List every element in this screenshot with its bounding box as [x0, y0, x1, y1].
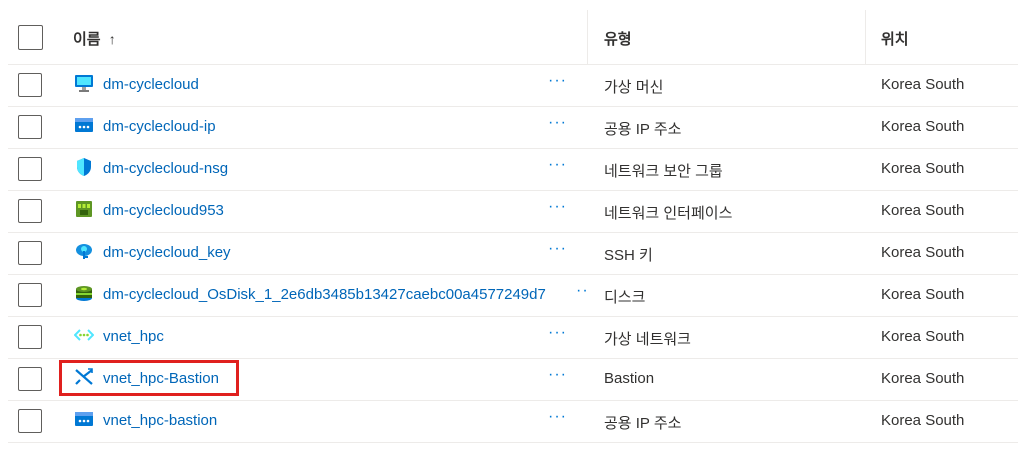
table-row: dm-cyclecloud-nsg ··· 네트워크 보안 그룹 Korea S… [8, 149, 1018, 191]
grid-header: 이름 ↑ 유형 위치 [8, 10, 1018, 65]
resource-location: Korea South [881, 328, 965, 345]
column-header-name-label: 이름 [73, 31, 101, 48]
table-row: dm-cyclecloud_OsDisk_1_2e6db3485b13427ca… [8, 275, 1018, 317]
more-actions-button[interactable]: ··· [548, 156, 567, 174]
more-actions-button[interactable]: ··· [548, 240, 567, 258]
resource-name-link[interactable]: vnet_hpc-Bastion [103, 370, 219, 387]
resource-name-link[interactable]: dm-cyclecloud-nsg [103, 160, 228, 177]
nsg-shield-icon [74, 157, 94, 177]
row-checkbox[interactable] [18, 325, 42, 349]
row-checkbox[interactable] [18, 199, 42, 223]
resource-name-link[interactable]: vnet_hpc [103, 328, 164, 345]
virtual-network-icon [73, 325, 95, 345]
row-checkbox[interactable] [18, 157, 42, 181]
resource-name-link[interactable]: dm-cyclecloud-ip [103, 118, 216, 135]
table-row: dm-cyclecloud953 ··· 네트워크 인터페이스 Korea So… [8, 191, 1018, 233]
network-interface-icon [74, 199, 94, 219]
column-divider[interactable] [865, 10, 866, 64]
resource-type: 가상 네트워크 [604, 331, 691, 348]
row-checkbox[interactable] [18, 241, 42, 265]
resource-name-link[interactable]: dm-cyclecloud_OsDisk_1_2e6db3485b13427ca… [103, 286, 546, 303]
resource-name-link[interactable]: dm-cyclecloud953 [103, 202, 224, 219]
resource-type: 네트워크 인터페이스 [604, 205, 733, 222]
table-row: dm-cyclecloud-ip ··· 공용 IP 주소 Korea Sout… [8, 107, 1018, 149]
resource-type: 가상 머신 [604, 79, 664, 96]
resource-type: 공용 IP 주소 [604, 121, 682, 138]
column-header-location[interactable]: 위치 [881, 28, 909, 49]
disk-icon [74, 283, 94, 303]
resource-location: Korea South [881, 286, 965, 303]
bastion-icon [74, 367, 94, 387]
resource-location: Korea South [881, 202, 965, 219]
resource-location: Korea South [881, 244, 965, 261]
more-actions-button[interactable]: ··· [548, 114, 567, 132]
table-row: dm-cyclecloud_key ··· SSH 키 Korea South [8, 233, 1018, 275]
resource-location: Korea South [881, 370, 965, 387]
resource-location: Korea South [881, 118, 965, 135]
column-header-name[interactable]: 이름 ↑ [73, 28, 116, 49]
more-actions-button[interactable]: ·· [576, 282, 589, 300]
resource-location: Korea South [881, 412, 965, 429]
more-actions-button[interactable]: ··· [548, 72, 567, 90]
row-checkbox[interactable] [18, 367, 42, 391]
more-actions-button[interactable]: ··· [548, 408, 567, 426]
table-row: dm-cyclecloud ··· 가상 머신 Korea South [8, 65, 1018, 107]
resource-type: 디스크 [604, 289, 646, 306]
resource-type: 공용 IP 주소 [604, 415, 682, 432]
public-ip-icon [74, 115, 94, 135]
table-row: vnet_hpc-Bastion ··· Bastion Korea South [8, 359, 1018, 401]
resource-type: SSH 키 [604, 247, 653, 264]
select-all-checkbox[interactable] [18, 25, 43, 50]
table-row: vnet_hpc-bastion ··· 공용 IP 주소 Korea Sout… [8, 401, 1018, 443]
resource-grid: 이름 ↑ 유형 위치 dm-cyclecloud ··· 가상 머신 Korea… [8, 10, 1018, 443]
resource-type: Bastion [604, 370, 655, 387]
resource-name-link[interactable]: vnet_hpc-bastion [103, 412, 217, 429]
more-actions-button[interactable]: ··· [548, 324, 567, 342]
more-actions-button[interactable]: ··· [548, 366, 567, 384]
virtual-machine-icon [74, 73, 94, 93]
resource-type: 네트워크 보안 그룹 [604, 163, 723, 180]
column-divider[interactable] [587, 10, 588, 64]
row-checkbox[interactable] [18, 409, 42, 433]
row-checkbox[interactable] [18, 115, 42, 139]
resource-name-link[interactable]: dm-cyclecloud_key [103, 244, 231, 261]
table-row: vnet_hpc ··· 가상 네트워크 Korea South [8, 317, 1018, 359]
resource-location: Korea South [881, 160, 965, 177]
public-ip-icon [74, 409, 94, 429]
row-checkbox[interactable] [18, 283, 42, 307]
resource-name-link[interactable]: dm-cyclecloud [103, 76, 199, 93]
more-actions-button[interactable]: ··· [548, 198, 567, 216]
resource-location: Korea South [881, 76, 965, 93]
sort-ascending-icon: ↑ [108, 31, 116, 47]
ssh-key-icon [74, 241, 94, 261]
row-checkbox[interactable] [18, 73, 42, 97]
column-header-type[interactable]: 유형 [604, 28, 632, 49]
